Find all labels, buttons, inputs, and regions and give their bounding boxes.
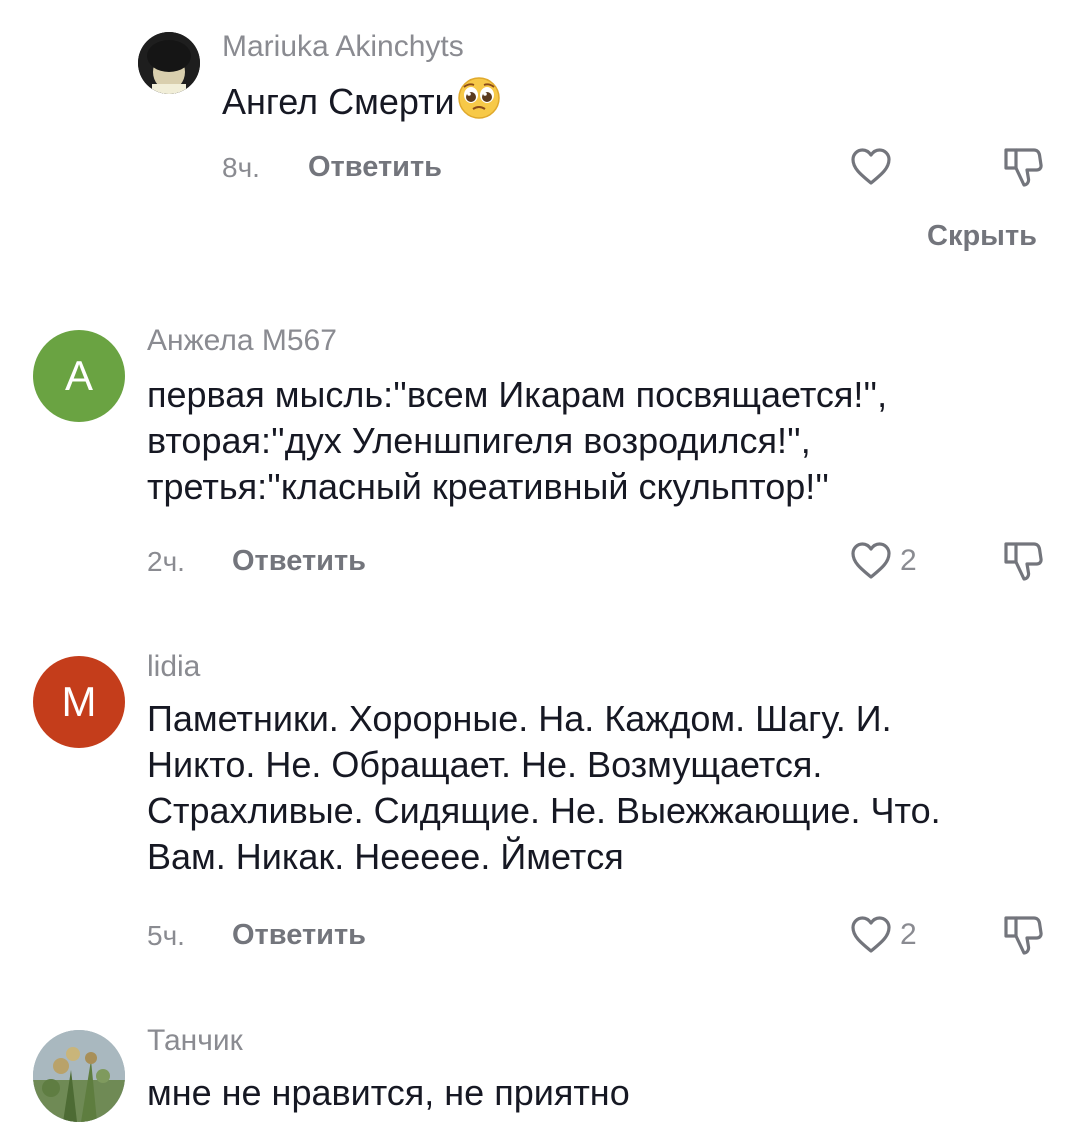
comment-text-line: мне не нравится, не приятно: [147, 1072, 630, 1113]
avatar-photo: [138, 32, 200, 94]
comment-text-line: Страхливые. Сидящие. Не. Выежжающие. Что…: [147, 790, 941, 831]
hide-replies-button[interactable]: Скрыть: [927, 220, 1037, 253]
avatar-letter: A: [64, 352, 93, 399]
comment-author[interactable]: Анжела М567: [147, 324, 337, 358]
thumbs-down-icon: [1004, 542, 1043, 581]
comment-text-line: Никто. Не. Обращает. Не. Возмущается.: [147, 744, 823, 785]
reply-button[interactable]: Ответить: [232, 919, 366, 952]
avatar[interactable]: [138, 32, 200, 94]
heart-icon: [851, 542, 891, 579]
comment-author[interactable]: Танчик: [147, 1024, 243, 1058]
like-count: 2: [900, 918, 917, 951]
comment-text-line: Вам. Никак. Нееееe. Йметcя: [147, 836, 624, 877]
like-button[interactable]: 2: [850, 541, 917, 581]
comment-text-line: вторая:''дух Уленшпигеля возродился!'',: [147, 420, 811, 461]
avatar[interactable]: M: [33, 656, 125, 748]
comment-text-line: Ангел Смерти: [222, 81, 455, 122]
avatar-photo: [33, 1030, 125, 1122]
avatar-letter: M: [61, 678, 97, 725]
comment-text: первая мысль:''всем Икарам посвящается!'…: [147, 372, 887, 510]
comment-text-line: Паметники. Хорорные. На. Каждом. Шагу. И…: [147, 698, 892, 739]
thumbs-down-icon: [1004, 148, 1043, 187]
avatar[interactable]: A: [33, 330, 125, 422]
reply-button[interactable]: Ответить: [232, 545, 366, 578]
comment-text: Паметники. Хорорные. На. Каждом. Шагу. И…: [147, 696, 941, 880]
dislike-button[interactable]: [1000, 146, 1046, 195]
comment-text: мне не нравится, не приятно: [147, 1070, 630, 1116]
comment-text-line: первая мысль:''всем Икарам посвящается!'…: [147, 374, 888, 415]
comment-text-line: третья:''класный креативный скульптор!'': [147, 466, 829, 507]
comment-time: 2ч.: [147, 546, 185, 577]
like-count: 2: [900, 544, 917, 577]
pleading-face-icon: [457, 76, 501, 131]
like-button[interactable]: 2: [850, 915, 917, 955]
heart-icon: [851, 148, 891, 185]
dislike-button[interactable]: [1000, 540, 1046, 589]
comment-text: Ангел Смерти: [222, 76, 501, 131]
comment-author[interactable]: lidia: [147, 650, 200, 684]
like-button[interactable]: [850, 147, 892, 187]
heart-icon: [851, 916, 891, 953]
dislike-button[interactable]: [1000, 914, 1046, 963]
comment-time: 8ч.: [222, 152, 260, 183]
reply-button[interactable]: Ответить: [308, 151, 442, 184]
comment-time: 5ч.: [147, 920, 185, 951]
thumbs-down-icon: [1004, 916, 1043, 955]
avatar[interactable]: [33, 1030, 125, 1122]
comment-author[interactable]: Mariuka Akinchyts: [222, 30, 464, 64]
